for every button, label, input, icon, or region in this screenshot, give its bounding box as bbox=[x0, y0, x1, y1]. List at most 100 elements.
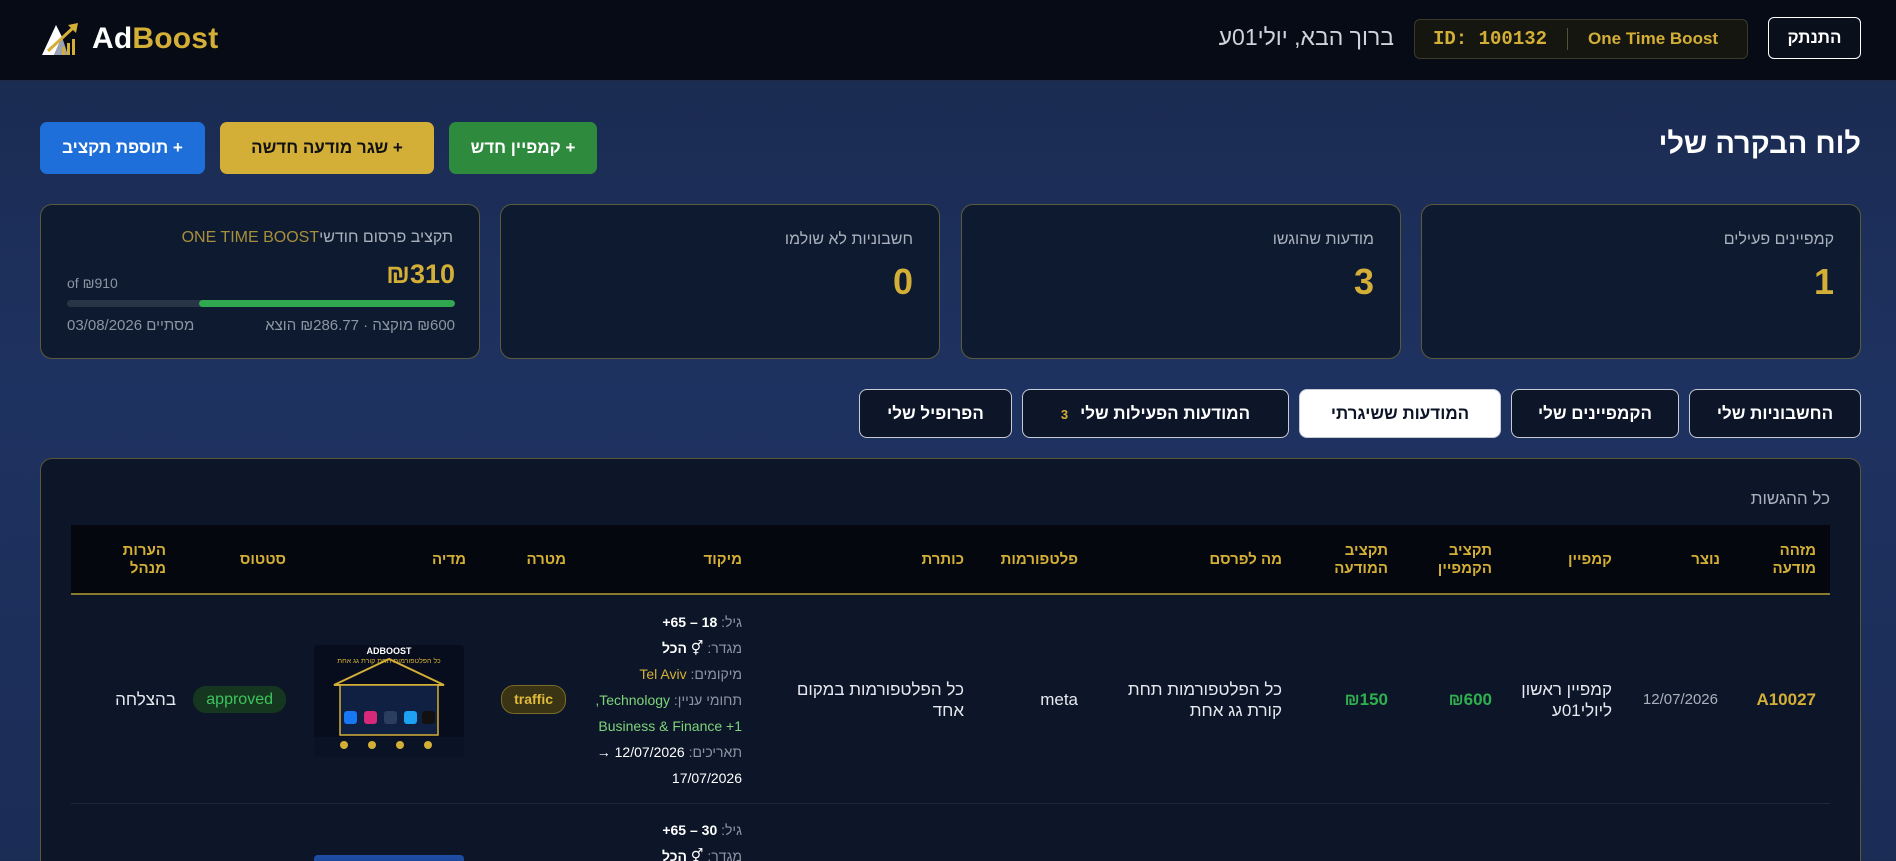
logo-text-ad: Ad bbox=[92, 22, 133, 55]
stat-card-submitted-ads: מודעות שהוגשו 3 bbox=[961, 204, 1401, 359]
column-header-platforms: פלטפורמות bbox=[1000, 551, 1078, 568]
logo[interactable]: AdBoost bbox=[40, 20, 218, 58]
plan-name: One Time Boost bbox=[1588, 29, 1719, 48]
stat-card-active-campaigns: קמפיינים פעילים 1 bbox=[1421, 204, 1861, 359]
media-caption: כל הפלטפורמות תחת קורת גג אחת bbox=[337, 658, 441, 665]
budget-remaining: ₪310 bbox=[386, 259, 455, 289]
cell-status: approved bbox=[186, 595, 286, 804]
stat-label: מודעות שהוגשו bbox=[1272, 231, 1374, 248]
logout-button[interactable]: התנתק bbox=[1768, 17, 1861, 59]
budget-allocated-spent: ₪600 מוקצה · ₪286.77 הוצא bbox=[265, 317, 455, 334]
targeting-gender: מגדר: ⚥ הכל bbox=[552, 635, 742, 661]
targeting-interests-more: Business & Finance +1 bbox=[552, 713, 742, 739]
logo-text-boost: Boost bbox=[132, 22, 219, 55]
targeting-gender-key: מגדר: bbox=[707, 848, 742, 861]
budget-plan: ONE TIME BOOST bbox=[181, 229, 320, 246]
cell-platforms: meta bbox=[1040, 690, 1078, 709]
cell-goal: traffic bbox=[486, 595, 566, 804]
targeting-age: גיל: 30 – 65+ bbox=[552, 817, 742, 843]
column-header-ad-budget: תקציב המודעה bbox=[1334, 542, 1388, 577]
submissions-panel: כל ההגשות מזהה מודעה נוצר קמפיין תקציב ה… bbox=[40, 458, 1861, 861]
tab-active-ads[interactable]: המודעות הפעילות שלי 3 bbox=[1022, 389, 1289, 438]
targeting-dates-key: תאריכים: bbox=[688, 744, 742, 760]
welcome-text: ברוך הבא, יולי01ע bbox=[1218, 24, 1394, 50]
table-header: מזהה מודעה נוצר קמפיין תקציב הקמפיין תקצ… bbox=[71, 525, 1830, 595]
cell-campaign: קמפיין ראשון ליולי01ע bbox=[1521, 679, 1612, 720]
cell-targeting: גיל: 30 – 65+ מגדר: ⚥ הכל bbox=[552, 817, 742, 861]
new-campaign-button[interactable]: + קמפיין חדש bbox=[449, 122, 597, 174]
targeting-gender: מגדר: ⚥ הכל bbox=[552, 843, 742, 861]
targeting-dates-end: 17/07/2026 bbox=[671, 770, 742, 786]
tab-submitted-ads[interactable]: המודעות ששיגרתי bbox=[1299, 389, 1501, 438]
column-header-created: נוצר bbox=[1691, 551, 1720, 568]
status-badge: approved bbox=[193, 686, 286, 713]
tab-active-ads-count: 3 bbox=[1060, 407, 1069, 422]
logo-text: AdBoost bbox=[92, 22, 218, 56]
cell-targeting: גיל: 18 – 65+ מגדר: ⚥ הכל מיקומים: Tel A… bbox=[552, 609, 742, 791]
table-row[interactable]: A10027 12/07/2026 קמפיין ראשון ליולי01ע … bbox=[71, 595, 1830, 804]
cell-created: 12/07/2026 bbox=[1642, 691, 1718, 708]
targeting-dates-end-line: 17/07/2026 bbox=[552, 765, 742, 791]
cell-campaign-budget: ₪600 bbox=[1448, 690, 1492, 709]
targeting-dates-start: 12/07/2026 → bbox=[596, 744, 685, 760]
column-header-campaign: קמפיין bbox=[1567, 551, 1612, 568]
stat-value: 3 bbox=[1353, 261, 1374, 302]
column-header-goal: מטרה bbox=[526, 551, 566, 568]
column-header-targeting: מיקוד bbox=[703, 551, 742, 568]
media-thumbnail[interactable] bbox=[314, 855, 464, 861]
stat-value: 1 bbox=[1813, 261, 1834, 302]
targeting-age-key: גיל: bbox=[721, 822, 742, 838]
targeting-gender-key: מגדר: bbox=[707, 640, 742, 656]
targeting-locations-value: Tel Aviv bbox=[639, 666, 687, 682]
tab-active-ads-label: המודעות הפעילות שלי bbox=[1080, 404, 1251, 423]
targeting-interests-value-2: Business & Finance +1 bbox=[598, 718, 742, 734]
tab-invoices[interactable]: החשבוניות שלי bbox=[1689, 389, 1861, 438]
budget-progress-fill bbox=[198, 300, 455, 307]
budget-label: תקציב פרסום חודשיONE TIME BOOST bbox=[182, 229, 453, 247]
stat-label: קמפיינים פעילים bbox=[1723, 231, 1834, 248]
stat-card-monthly-budget: תקציב פרסום חודשיONE TIME BOOST ₪310 of … bbox=[40, 204, 480, 359]
goal-badge: traffic bbox=[501, 685, 566, 714]
budget-label-text: תקציב פרסום חודשי bbox=[319, 229, 453, 246]
targeting-gender-value: ⚥ הכל bbox=[661, 848, 704, 861]
targeting-interests: תחומי עניין: Technology, bbox=[552, 687, 742, 713]
budget-progress-bar bbox=[67, 300, 455, 307]
targeting-age: גיל: 18 – 65+ bbox=[552, 609, 742, 635]
cell-ad-id: A10027 bbox=[1756, 690, 1816, 709]
cell-admin-notes: בהצלחה bbox=[115, 690, 176, 709]
panel-title: כל ההגשות bbox=[1750, 489, 1830, 508]
top-bar: AdBoost התנתק ID: 100132 One Time Boost … bbox=[0, 0, 1896, 81]
table-row[interactable]: גיל: 30 – 65+ מגדר: ⚥ הכל bbox=[71, 805, 1830, 861]
tab-campaigns[interactable]: הקמפיינים שלי bbox=[1511, 389, 1679, 438]
targeting-age-key: גיל: bbox=[721, 614, 742, 630]
cell-ad-budget: ₪150 bbox=[1344, 690, 1388, 709]
budget-end-date: מסתיים 03/08/2026 bbox=[67, 317, 195, 334]
account-id-badge: ID: 100132 One Time Boost bbox=[1414, 19, 1748, 59]
targeting-age-value: 30 – 65+ bbox=[662, 822, 718, 838]
media-thumbnail[interactable]: ADBOOST כל הפלטפורמות תחת קורת גג אחת bbox=[314, 645, 464, 757]
targeting-gender-value: ⚥ הכל bbox=[661, 640, 704, 656]
logo-rocket-icon bbox=[40, 21, 82, 57]
targeting-interests-key: תחומי עניין: bbox=[673, 692, 742, 708]
page-title: לוח הבקרה שלי bbox=[1658, 128, 1861, 160]
column-header-ad-id: מזהה מודעה bbox=[1772, 542, 1816, 577]
cell-headline: כל הפלטפורמות במקום אחד bbox=[796, 679, 964, 720]
column-header-media: מדיה bbox=[432, 551, 466, 568]
account-id: ID: 100132 bbox=[1433, 28, 1548, 50]
targeting-age-value: 18 – 65+ bbox=[662, 614, 718, 630]
media-brand: ADBOOST bbox=[366, 646, 412, 656]
column-header-what-to-advertise: מה לפרסם bbox=[1209, 551, 1282, 568]
targeting-dates: תאריכים: 12/07/2026 → bbox=[552, 739, 742, 765]
tab-profile[interactable]: הפרופיל שלי bbox=[859, 389, 1012, 438]
targeting-locations-key: מיקומים: bbox=[690, 666, 742, 682]
budget-total: of ₪910 bbox=[67, 275, 118, 291]
stat-card-unpaid-invoices: חשבוניות לא שולמו 0 bbox=[500, 204, 940, 359]
column-header-status: סטטוס bbox=[239, 551, 286, 568]
cell-what-to-advertise: כל הפלטפורמות תחת קורת גג אחת bbox=[1127, 679, 1282, 720]
stat-value: 0 bbox=[892, 261, 913, 302]
column-header-headline: כותרת bbox=[921, 551, 964, 568]
new-ad-button[interactable]: + שגר מודעה חדשה bbox=[220, 122, 434, 174]
targeting-locations: מיקומים: Tel Aviv bbox=[552, 661, 742, 687]
add-budget-button[interactable]: + תוספת תקציב bbox=[40, 122, 205, 174]
column-header-campaign-budget: תקציב הקמפיין bbox=[1437, 542, 1492, 577]
